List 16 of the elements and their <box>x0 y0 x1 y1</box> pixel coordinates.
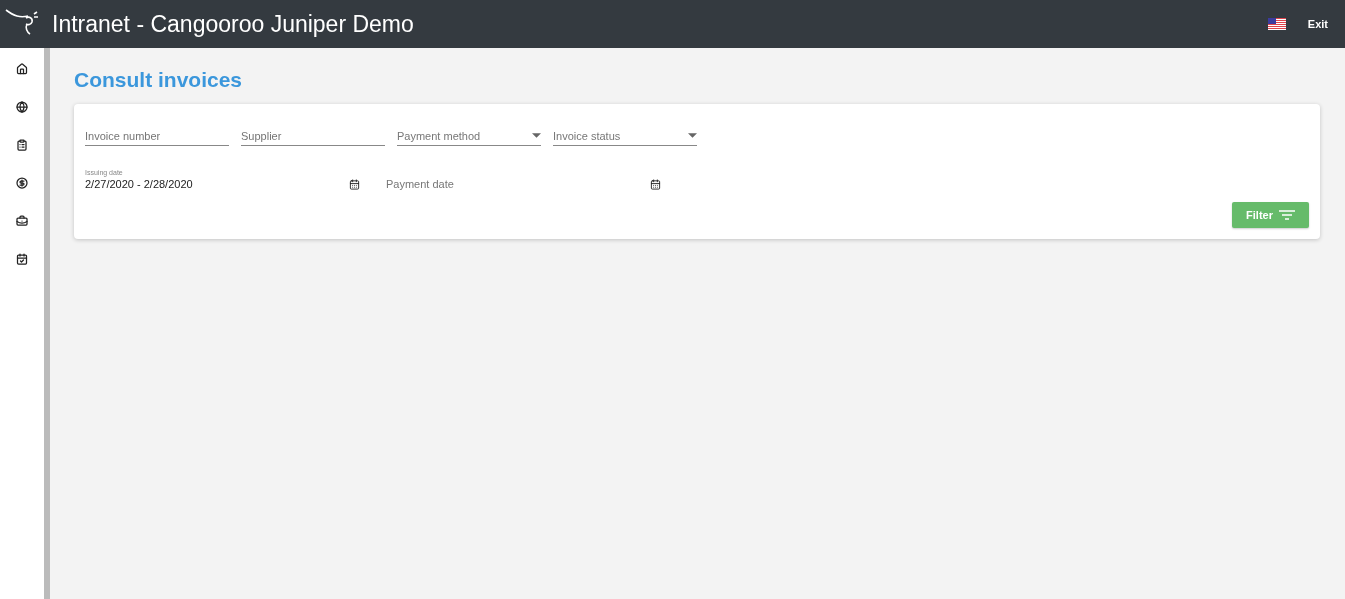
page-title: Consult invoices <box>74 68 244 92</box>
calendar-icon[interactable] <box>349 178 360 190</box>
globe-icon[interactable] <box>13 98 31 116</box>
filter-lines-icon <box>1279 210 1295 220</box>
dollar-icon[interactable] <box>13 174 31 192</box>
exit-link[interactable]: Exit <box>1307 18 1328 30</box>
date-field[interactable]: Payment date <box>386 158 675 190</box>
dropdown-field[interactable]: Payment method <box>397 126 541 146</box>
calendar-icon[interactable] <box>650 178 661 190</box>
caret-icon <box>532 133 541 138</box>
dropdown-field[interactable]: Invoice status <box>553 126 697 146</box>
us-flag-icon[interactable] <box>1267 18 1286 30</box>
field-placeholder: Payment date <box>386 178 454 190</box>
app-title: Intranet - Cangooroo Juniper Demo <box>52 10 415 38</box>
field-value: 2/27/2020 - 2/28/2020 <box>85 178 193 190</box>
caret-icon <box>688 133 697 138</box>
